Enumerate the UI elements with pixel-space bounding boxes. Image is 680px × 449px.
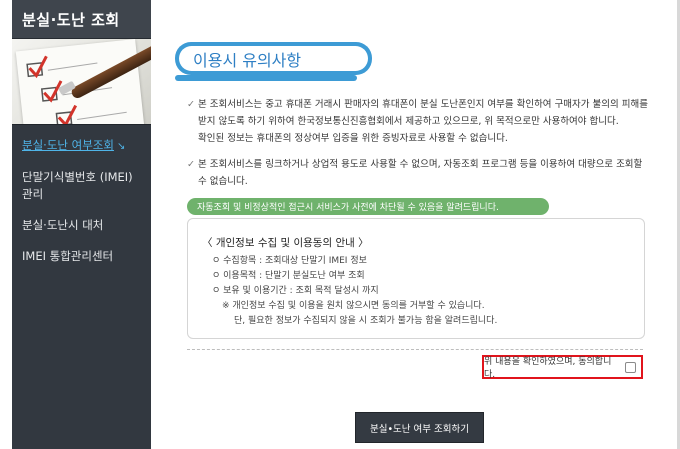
check-icon: ✓	[187, 99, 195, 110]
sidebar-item-label: 분실·도난 여부조회	[22, 138, 114, 152]
page-title-badge: 이용시 유의사항	[175, 42, 372, 75]
sidebar-item-lost-stolen-response[interactable]: 분실·도난시 대처	[12, 217, 151, 234]
notice-usage-restriction: ✓ 본 조회서비스를 링크하거나 상업적 용도로 사용할 수 없으며, 자동조회 …	[187, 156, 667, 190]
notice-text: 본 조회서비스를 링크하거나 상업적 용도로 사용할 수 없으며, 자동조회 프…	[197, 159, 643, 170]
title-underline	[175, 75, 357, 81]
sidebar-item-imei-center[interactable]: IMEI 통합관리센터	[12, 248, 151, 265]
notice-service-purpose: ✓ 본 조회서비스는 중고 휴대폰 거래시 판매자의 휴대폰이 분실 도난폰인지 …	[187, 96, 667, 147]
checklist-paper	[15, 39, 145, 124]
arrow-icon: ↘	[116, 141, 126, 152]
notice-text: 본 조회서비스는 중고 휴대폰 거래시 판매자의 휴대폰이 분실 도난폰인지 여…	[197, 99, 649, 110]
page-title: 이용시 유의사항	[179, 46, 368, 71]
notice-text: 확인된 정보는 휴대폰의 정상여부 입증을 위한 증빙자료로 사용할 수 없습니…	[198, 133, 508, 144]
sidebar: 분실·도난 조회 분실·도난 여부조회↘ 단말기식별번호 (IMEI) 관리	[12, 0, 151, 449]
sidebar-item-lost-stolen-check[interactable]: 분실·도난 여부조회 ↘	[12, 137, 151, 155]
notice-text: 받지 않도록 하기 위하여 한국정보통신진흥협회에서 제공하고 있으므로, 위 …	[198, 116, 619, 127]
notice-text: 수 없습니다.	[198, 176, 248, 187]
checkmarks-icon	[26, 55, 127, 124]
lookup-submit-button[interactable]: 분실•도난 여부 조회하기	[355, 412, 484, 443]
sidebar-title: 분실·도난 조회	[12, 0, 151, 39]
main-content: 이용시 유의사항 ✓ 본 조회서비스는 중고 휴대폰 거래시 판매자의 휴대폰이 …	[151, 0, 680, 449]
privacy-note: ※ 개인정보 수집 및 이용을 원치 않으시면 동의를 거부할 수 있습니다.	[222, 301, 485, 311]
check-icon: ✓	[187, 159, 195, 170]
privacy-title: 〈 개인정보 수집 및 이용동의 안내 〉	[202, 237, 369, 249]
privacy-consent-box: 〈 개인정보 수집 및 이용동의 안내 〉 ㅇ 수집항목 : 조회대상 단말기 …	[187, 218, 645, 339]
agree-consent[interactable]: 위 내용을 확인하였으며, 동의합니다.	[482, 355, 643, 380]
sidebar-menu: 분실·도난 여부조회 ↘ 단말기식별번호 (IMEI) 관리 분실·도난시 대처 …	[12, 125, 151, 265]
sidebar-item-label: 단말기식별번호 (IMEI) 관리	[22, 170, 133, 201]
sidebar-item-imei-management[interactable]: 단말기식별번호 (IMEI) 관리	[12, 169, 151, 203]
privacy-item: ㅇ 보유 및 이용기간 : 조회 목적 달성시 까지	[212, 286, 379, 296]
divider	[187, 349, 643, 350]
sidebar-item-label: IMEI 통합관리센터	[22, 249, 114, 263]
sidebar-item-label: 분실·도난시 대처	[22, 218, 104, 232]
agree-label: 위 내용을 확인하였으며, 동의합니다.	[484, 357, 612, 380]
privacy-note: 단, 필요한 정보가 수집되지 않을 시 조회가 불가능 함을 알려드립니다.	[234, 316, 498, 326]
privacy-item: ㅇ 이용목적 : 단말기 분실도난 여부 조회	[212, 271, 365, 281]
checklist-pen-image	[12, 39, 151, 125]
agree-checkbox[interactable]	[625, 361, 636, 373]
block-warning-banner: 자동조회 및 비정상적인 접근시 서비스가 사전에 차단될 수 있음을 알려드립…	[187, 198, 549, 215]
privacy-item: ㅇ 수집항목 : 조회대상 단말기 IMEI 정보	[212, 256, 367, 266]
